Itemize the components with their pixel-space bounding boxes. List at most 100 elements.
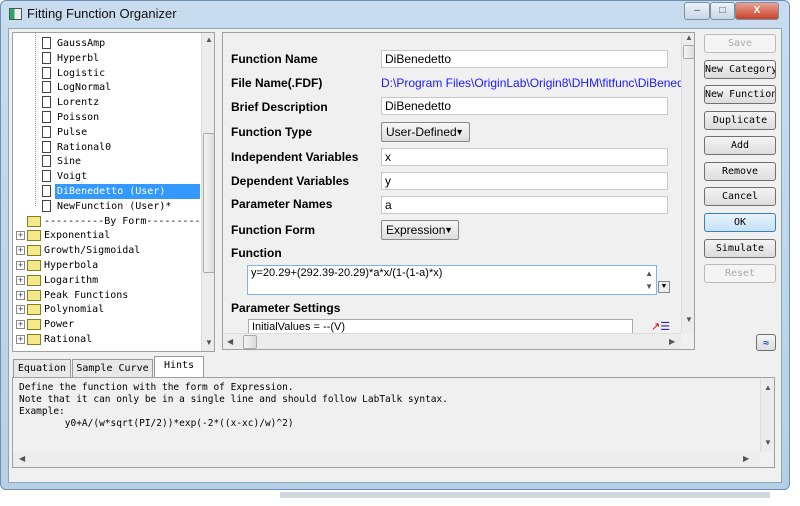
tree-item-category[interactable]: Rational [42,332,92,347]
dependent-variables-input[interactable]: y [381,172,668,190]
expand-plus-icon[interactable]: + [16,320,25,330]
scroll-down-icon[interactable]: ▼ [685,315,693,324]
folder-icon [27,245,41,257]
new-function-button[interactable]: New Function [704,85,776,104]
tree-item-category[interactable]: Polynomial [42,302,104,317]
tree-item-category[interactable]: Peak Functions [42,288,128,303]
hints-panel: Define the function with the form of Exp… [12,377,775,468]
function-name-input[interactable]: DiBenedetto [381,50,668,68]
tree-item-function[interactable]: Voigt [55,169,87,184]
brief-description-input[interactable]: DiBenedetto [381,97,668,115]
tree-item-category[interactable]: Power [42,317,74,332]
hints-horizontal-scrollbar[interactable]: ◀ ▶ [13,452,760,467]
minimize-button[interactable]: – [684,2,710,20]
tree-separator: ----------By Form--------- [44,215,201,227]
remove-button[interactable]: Remove [704,162,776,181]
tree-item-function[interactable]: Logistic [55,66,105,81]
expand-plus-icon[interactable]: + [16,261,25,270]
scroll-down-icon[interactable]: ▼ [764,438,772,447]
document-icon [42,170,51,183]
tree-item-function[interactable]: Poisson [55,110,99,125]
function-textarea[interactable]: y=20.29+(292.39-20.29)*a*x/(1-(1-a)*x) ▲… [247,265,657,295]
file-name-label: File Name(.FDF) [231,76,323,90]
add-button[interactable]: Add [704,136,776,155]
folder-icon [27,289,41,301]
scroll-up-icon[interactable]: ▲ [685,33,693,42]
new-category-button[interactable]: New Category [704,60,776,79]
function-type-select[interactable]: User-Defined ▼ [381,122,470,142]
cancel-button[interactable]: Cancel [704,187,776,206]
expand-plus-icon[interactable]: + [16,246,25,256]
scroll-right-icon[interactable]: ▶ [669,337,675,346]
scroll-thumb[interactable] [683,45,694,59]
tree-item-function[interactable]: Hyperbl [55,51,99,66]
dependent-variables-label: Dependent Variables [231,174,350,188]
function-form-value: Expression [386,223,446,237]
scroll-thumb[interactable] [203,133,214,273]
parameter-names-input[interactable]: a [381,196,668,214]
document-icon [42,111,51,123]
document-icon [42,125,51,138]
independent-variables-input[interactable]: x [381,148,668,166]
function-tree[interactable]: ▲ ▼ GaussAmp Hyperbl Logistic LogNormal Lore… [12,32,215,352]
tab-equation[interactable]: Equation [13,359,71,377]
form-horizontal-scrollbar[interactable]: ◀ ▶ [223,333,681,349]
expand-plus-icon[interactable]: + [16,275,25,285]
tree-item-function[interactable]: GaussAmp [55,36,105,51]
expand-plus-icon[interactable]: + [16,290,25,300]
tree-scrollbar[interactable]: ▲ ▼ [201,33,214,351]
tree-item-function[interactable]: Pulse [55,125,87,140]
hints-vertical-scrollbar[interactable]: ▲ ▼ [760,378,774,452]
tree-item-function[interactable]: LogNormal [55,80,111,95]
tree-item-category[interactable]: Hyperbola [42,258,98,273]
tab-sample-curve[interactable]: Sample Curve [72,359,153,377]
tree-item-function[interactable]: Rational0 [55,140,111,155]
folder-icon [27,230,41,242]
simulate-button[interactable]: Simulate [704,239,776,258]
scroll-down-icon[interactable]: ▼ [645,282,653,291]
collapse-panel-button[interactable]: ≈ [756,334,776,351]
scroll-up-icon[interactable]: ▲ [645,269,653,278]
hint-line: Note that it can only be in a single lin… [19,394,448,405]
close-button[interactable]: X [735,2,779,20]
hint-line: Example: [19,406,65,417]
ok-button[interactable]: OK [704,213,776,232]
independent-variables-label: Independent Variables [231,150,359,164]
scroll-left-icon[interactable]: ◀ [227,337,233,346]
tree-item-function[interactable]: DiBenedetto (User) [55,184,200,199]
scroll-up-icon[interactable]: ▲ [205,35,213,44]
scroll-down-icon[interactable]: ▼ [205,338,213,347]
scroll-thumb[interactable] [243,335,257,349]
function-label: Function [231,246,282,260]
tab-hints[interactable]: Hints [154,356,204,378]
expand-plus-icon[interactable]: + [16,335,25,344]
function-expression: y=20.29+(292.39-20.29)*a*x/(1-(1-a)*x) [251,267,443,279]
tree-item-category[interactable]: Logarithm [42,273,98,288]
tree-item-category[interactable]: Exponential [42,228,110,243]
tree-item-function[interactable]: NewFunction (User)* [55,199,171,214]
document-icon [42,51,51,64]
folder-icon [27,215,41,227]
form-vertical-scrollbar[interactable]: ▲ ▼ [681,33,694,333]
function-form: Function Name DiBenedetto File Name(.FDF… [222,32,695,350]
document-icon [42,81,51,94]
tree-item-function[interactable]: Lorentz [55,95,99,110]
parameter-settings-label: Parameter Settings [231,301,341,315]
function-name-label: Function Name [231,52,318,66]
expand-plus-icon[interactable]: + [16,305,25,315]
scroll-up-icon[interactable]: ▲ [764,383,772,392]
tree-item-function[interactable]: Sine [55,154,81,169]
expand-editor-button[interactable]: ▼ [658,281,670,293]
duplicate-button[interactable]: Duplicate [704,111,776,130]
function-form-select[interactable]: Expression ▼ [381,220,459,240]
scroll-left-icon[interactable]: ◀ [19,454,25,463]
scroll-right-icon[interactable]: ▶ [743,454,749,463]
tree-item-category[interactable]: Growth/Sigmoidal [42,243,140,258]
brief-description-label: Brief Description [231,100,328,114]
expand-plus-icon[interactable]: + [16,231,25,241]
file-name-link[interactable]: D:\Program Files\OriginLab\Origin8\DHM\f… [381,76,694,90]
reset-button[interactable]: Reset [704,264,776,283]
save-button[interactable]: Save [704,34,776,53]
background-window-strip [280,492,770,498]
maximize-button[interactable]: □ [710,2,735,20]
